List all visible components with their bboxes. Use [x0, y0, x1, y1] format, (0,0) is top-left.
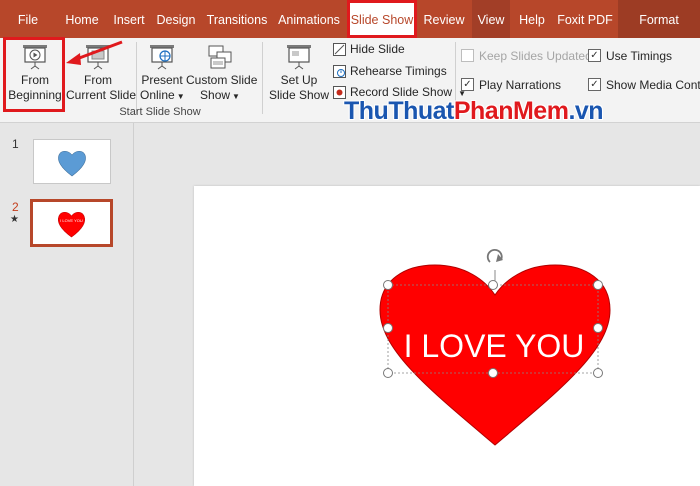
custom-show-icon: [208, 45, 232, 69]
present-online-label-1: Present: [141, 73, 183, 87]
tab-file[interactable]: File: [8, 0, 48, 38]
tab-animations[interactable]: Animations: [276, 0, 342, 38]
slide-number-1: 1: [12, 137, 19, 151]
tab-slide-show[interactable]: Slide Show: [347, 0, 417, 38]
tab-view[interactable]: View: [472, 0, 510, 38]
slide-number-2: 2: [12, 200, 19, 214]
keep-slides-updated-checkbox[interactable]: Keep Slides Updated: [461, 47, 592, 65]
highlight-box: [3, 37, 65, 112]
set-up-label-1: Set Up: [280, 73, 318, 87]
thumbnail-heart-text: I LOVE YOU: [60, 218, 83, 223]
custom-slide-show-label-1: Custom Slide: [186, 73, 258, 87]
chevron-down-icon: ▼: [232, 92, 240, 101]
tab-foxit-pdf[interactable]: Foxit PDF: [555, 0, 615, 38]
star-icon: ★: [10, 214, 19, 225]
heart-text[interactable]: I LOVE YOU: [394, 328, 594, 365]
ribbon-separator: [262, 42, 263, 114]
play-narrations-checkbox[interactable]: ✓ Play Narrations: [461, 76, 561, 94]
custom-slide-show-label-2: Show ▼: [200, 88, 240, 102]
keep-slides-updated-label: Keep Slides Updated: [479, 49, 592, 63]
tab-transitions[interactable]: Transitions: [205, 0, 269, 38]
checkbox-unchecked-icon: [461, 49, 474, 63]
tab-design[interactable]: Design: [155, 0, 197, 38]
ribbon-tab-bar: File Home Insert Design Transitions Anim…: [0, 0, 700, 38]
annotation-arrow-icon: [66, 40, 123, 65]
show-media-controls-label: Show Media Contro: [606, 78, 700, 92]
group-label-start-slide-show: Start Slide Show: [119, 106, 201, 118]
heart-blue-icon: [58, 150, 86, 177]
watermark-logo: ThuThuatPhanMem.vn: [344, 97, 604, 125]
chevron-down-icon: ▼: [176, 92, 185, 101]
hide-slide-label: Hide Slide: [350, 42, 405, 56]
tab-format[interactable]: Format: [618, 0, 700, 38]
from-current-label-1: From: [84, 73, 112, 87]
use-timings-checkbox[interactable]: ✓ Use Timings: [588, 47, 672, 65]
tab-review[interactable]: Review: [421, 0, 467, 38]
checkbox-checked-icon: ✓: [461, 78, 474, 92]
tab-home[interactable]: Home: [60, 0, 104, 38]
setup-screen-icon: [287, 45, 311, 70]
present-online-button[interactable]: Present Online ▼: [140, 40, 185, 106]
tab-help[interactable]: Help: [515, 0, 549, 38]
heart-red-icon: [58, 211, 85, 238]
custom-slide-show-button[interactable]: Custom Slide Show ▼: [186, 40, 258, 106]
use-timings-label: Use Timings: [606, 49, 673, 63]
hide-slide-icon: [333, 43, 346, 57]
rehearse-timings-label: Rehearse Timings: [350, 64, 447, 78]
slide-thumbnail-1[interactable]: [33, 139, 111, 184]
present-online-label-2: Online ▼: [140, 88, 185, 102]
rehearse-timings-button[interactable]: Rehearse Timings: [333, 62, 447, 80]
hide-slide-button[interactable]: Hide Slide: [333, 40, 405, 58]
play-narrations-label: Play Narrations: [479, 78, 562, 92]
checkbox-checked-icon: ✓: [588, 49, 601, 63]
tab-insert[interactable]: Insert: [110, 0, 148, 38]
rehearse-timings-icon: [333, 65, 346, 79]
slide-thumbnails-panel: 1 2 ★ I LOVE YOU: [0, 123, 134, 486]
show-media-controls-checkbox[interactable]: ✓ Show Media Contro: [588, 76, 700, 94]
set-up-slide-show-button[interactable]: Set Up Slide Show: [268, 40, 330, 106]
checkbox-checked-icon: ✓: [588, 78, 601, 92]
ribbon-separator: [136, 42, 137, 114]
slide-thumbnail-2[interactable]: I LOVE YOU: [30, 199, 113, 247]
from-current-label-2: Current Slide: [66, 88, 137, 102]
globe-screen-icon: [150, 45, 174, 70]
set-up-label-2: Slide Show: [268, 88, 330, 102]
